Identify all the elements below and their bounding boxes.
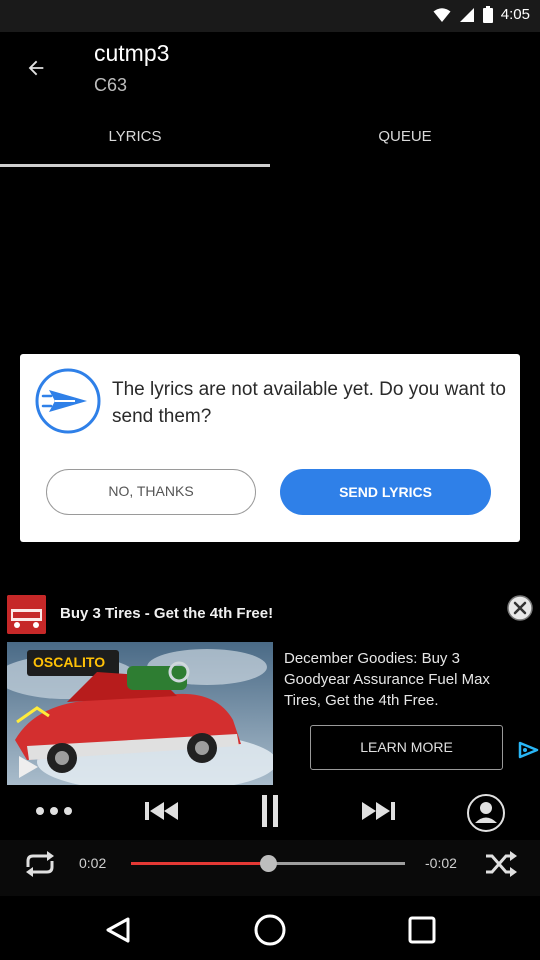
ad-logo[interactable] [7,595,46,634]
forward-button[interactable] [356,795,400,827]
square-recents-icon [408,916,436,944]
rewind-icon [145,802,178,820]
tab-queue[interactable]: QUEUE [270,120,540,166]
triangle-back-icon [106,917,130,943]
nav-recents-button[interactable] [405,914,439,946]
shuffle-button[interactable] [482,848,520,880]
track-artist: C63 [94,75,128,95]
clock: 4:05 [500,6,530,23]
back-button[interactable] [16,48,56,88]
pause-icon [262,795,278,827]
elapsed-time: 0:02 [79,855,107,871]
send-lyrics-button[interactable]: SEND LYRICS [280,469,491,515]
more-button[interactable] [32,795,76,827]
arrow-left-icon [28,60,44,76]
tab-lyrics[interactable]: LYRICS [0,120,270,166]
pause-button[interactable] [250,792,290,830]
more-dots-icon [36,807,72,815]
shuffle-icon [486,851,517,877]
nav-back-button[interactable] [100,916,136,944]
battery-icon [482,6,493,23]
dialog-message: The lyrics are not available yet. Do you… [112,379,506,427]
ad-brand: OSCALITO [33,654,106,670]
signal-icon [459,7,474,22]
no-thanks-button[interactable]: NO, THANKS [46,469,256,515]
ad-close-button[interactable] [506,594,534,622]
rewind-button[interactable] [140,795,184,827]
tire-shop-logo-icon [7,595,46,634]
lyrics-dialog: The lyrics are not available yet. Do you… [20,354,520,542]
track-title: cutmp3 [94,40,170,66]
wifi-icon [433,7,451,22]
play-icon [19,756,38,778]
repeat-button[interactable] [20,848,60,880]
status-bar: 4:05 [0,0,540,32]
tab-indicator [0,164,270,167]
profile-button[interactable] [465,792,507,834]
ad-description: December Goodies: Buy 3 Goodyear Assuran… [284,650,490,709]
remaining-time: -0:02 [425,855,457,871]
person-icon [467,794,505,832]
circle-home-icon [254,914,286,946]
fast-forward-icon [362,802,395,820]
send-paper-plane-icon [35,368,101,434]
ad-title[interactable]: Buy 3 Tires - Get the 4th Free! [60,605,273,622]
seek-progress [131,862,268,865]
status-icons: 4:05 [433,6,530,23]
adchoices-triangle-icon [518,741,539,759]
nav-home-button[interactable] [252,912,288,948]
adchoices-icon[interactable] [517,741,539,759]
repeat-icon [26,851,54,877]
seek-thumb[interactable] [259,855,277,872]
close-icon [507,595,533,621]
ad-image[interactable]: OSCALITO [7,642,273,785]
learn-more-button[interactable]: LEARN MORE [310,725,503,770]
ad-play-button[interactable] [12,752,42,782]
